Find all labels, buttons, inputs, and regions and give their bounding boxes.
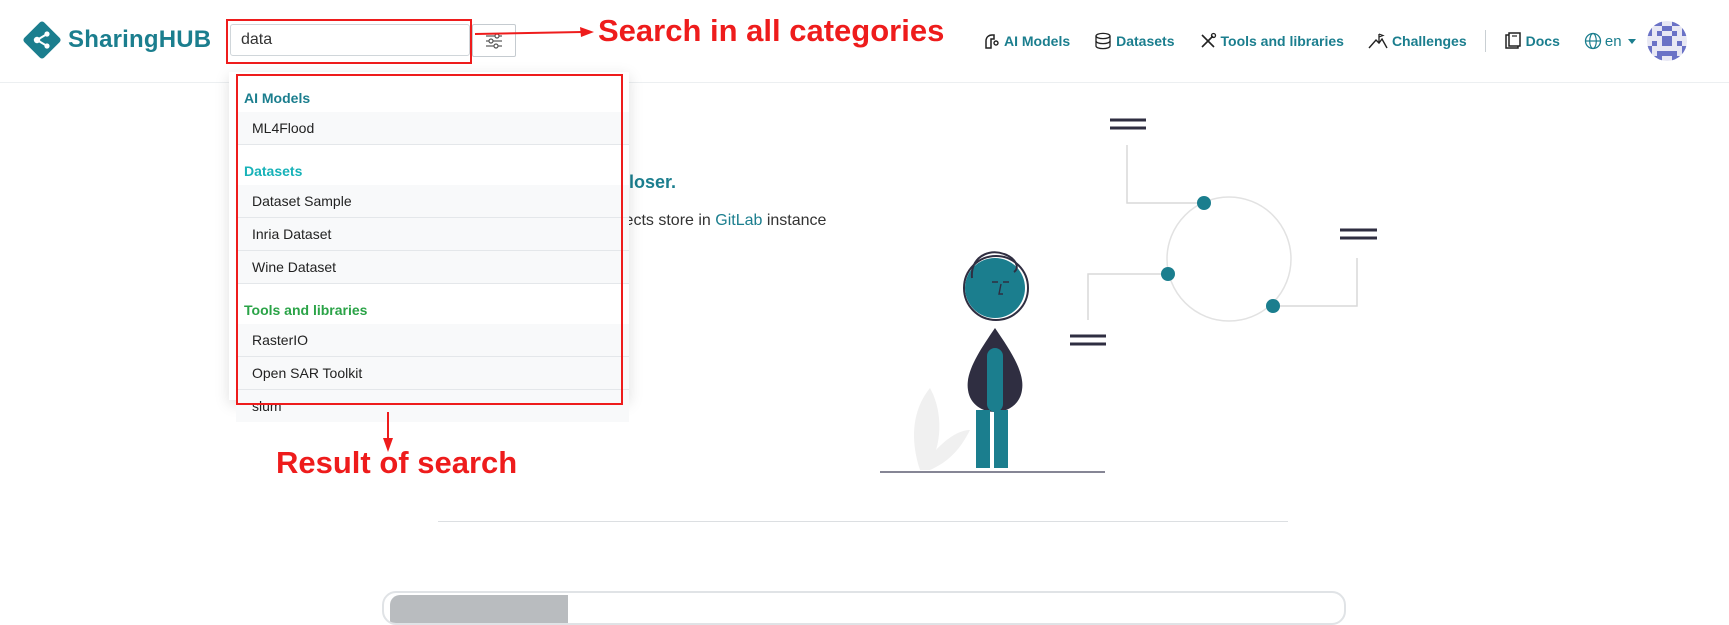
bottom-card bbox=[382, 591, 1346, 625]
mountain-flag-icon bbox=[1368, 33, 1388, 49]
menu-lines-left-icon bbox=[1070, 334, 1106, 346]
hero-text-start: jects store in bbox=[621, 212, 716, 229]
identicon-avatar-icon bbox=[1647, 21, 1687, 61]
search-result-item[interactable]: RasterIO bbox=[236, 324, 629, 357]
search-results-dropdown: AI Models ML4Flood Datasets Dataset Samp… bbox=[229, 72, 629, 422]
nav-challenges[interactable]: Challenges bbox=[1368, 32, 1467, 50]
database-icon bbox=[1095, 32, 1111, 50]
search-result-item[interactable]: Inria Dataset bbox=[236, 218, 629, 251]
search-result-item[interactable]: Open SAR Toolkit bbox=[236, 357, 629, 390]
hero-illustration bbox=[880, 118, 1377, 473]
nav-label: Docs bbox=[1525, 33, 1560, 49]
language-selector[interactable]: en bbox=[1584, 32, 1636, 50]
brand-name: SharingHUB bbox=[68, 26, 212, 53]
nav-label: Datasets bbox=[1116, 33, 1175, 49]
search-result-item[interactable]: ML4Flood bbox=[236, 112, 629, 145]
user-avatar[interactable] bbox=[1647, 21, 1687, 61]
book-icon bbox=[1504, 32, 1521, 49]
search-input[interactable] bbox=[230, 24, 470, 56]
main-nav: AI Models Datasets Tools and libraries C… bbox=[982, 30, 1636, 52]
menu-lines-right-icon bbox=[1340, 228, 1377, 240]
nav-divider bbox=[1484, 30, 1486, 52]
search-filter-button[interactable] bbox=[472, 24, 516, 57]
hero-text-end: instance bbox=[762, 212, 827, 229]
search-result-item[interactable]: Dataset Sample bbox=[236, 185, 629, 218]
annotation-search-note: Search in all categories bbox=[598, 13, 945, 48]
nav-ai-models[interactable]: AI Models bbox=[982, 32, 1070, 50]
hero-description: jects store in GitLab instance bbox=[621, 212, 826, 230]
menu-lines-top-icon bbox=[1110, 118, 1146, 130]
nav-label: Tools and libraries bbox=[1220, 33, 1344, 49]
nav-label: AI Models bbox=[1004, 33, 1071, 49]
brand[interactable]: SharingHUB bbox=[22, 20, 211, 60]
nav-docs[interactable]: Docs bbox=[1504, 32, 1560, 50]
chevron-down-icon bbox=[1627, 38, 1636, 44]
section-divider bbox=[438, 521, 1288, 522]
annotation-result-note: Result of search bbox=[276, 445, 518, 480]
hero-title: loser. bbox=[629, 172, 677, 192]
group-title-ai-models: AI Models bbox=[244, 90, 311, 106]
nav-label: Challenges bbox=[1391, 33, 1467, 49]
globe-icon bbox=[1584, 32, 1602, 50]
search-result-item[interactable]: Wine Dataset bbox=[236, 251, 629, 284]
person-figure bbox=[880, 251, 1105, 473]
group-title-tools-and-libraries: Tools and libraries bbox=[244, 302, 368, 318]
group-title-datasets: Datasets bbox=[244, 163, 303, 179]
sliders-icon bbox=[486, 32, 502, 49]
language-label: en bbox=[1604, 32, 1622, 50]
sharinghub-logo-icon bbox=[23, 21, 61, 59]
ai-models-icon bbox=[985, 34, 999, 49]
nav-datasets[interactable]: Datasets bbox=[1094, 32, 1175, 50]
tools-icon bbox=[1200, 32, 1216, 48]
search-result-item[interactable]: slum bbox=[236, 390, 629, 422]
nav-tools-and-libraries[interactable]: Tools and libraries bbox=[1199, 32, 1344, 50]
gitlab-link[interactable]: GitLab bbox=[715, 212, 762, 229]
bottom-card-tab[interactable] bbox=[390, 595, 568, 623]
